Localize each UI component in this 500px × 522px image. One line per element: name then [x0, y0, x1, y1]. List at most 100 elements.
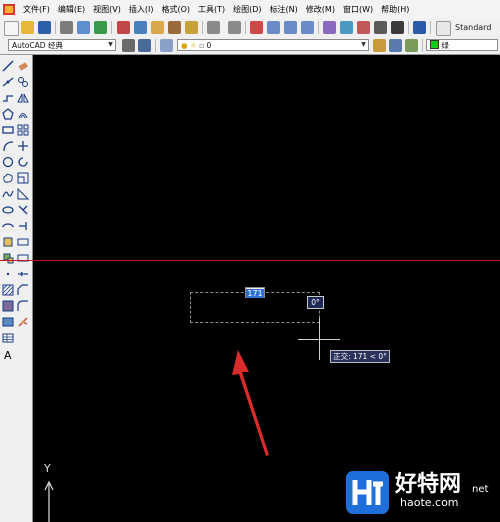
array-icon[interactable]: [17, 124, 29, 136]
join-icon[interactable]: [17, 268, 29, 280]
menu-file[interactable]: 文件(F): [19, 0, 54, 19]
toolbar-separator: [155, 39, 156, 52]
angle-input-field[interactable]: 0°: [307, 296, 324, 309]
rotate-icon[interactable]: [17, 156, 29, 168]
revision-cloud-icon[interactable]: [2, 172, 14, 184]
extend-icon[interactable]: [17, 220, 29, 232]
menu-modify[interactable]: 修改(M): [302, 0, 339, 19]
design-center-icon[interactable]: [340, 21, 353, 34]
menu-help[interactable]: 帮助(H): [377, 0, 413, 19]
menu-draw[interactable]: 绘图(D): [229, 0, 265, 19]
redo-icon[interactable]: [228, 21, 241, 34]
offset-icon[interactable]: [17, 108, 29, 120]
point-icon[interactable]: [2, 268, 14, 280]
chevron-down-icon: ▼: [361, 41, 366, 48]
autocad-app-icon[interactable]: [2, 3, 16, 16]
length-input-field[interactable]: 171: [245, 287, 265, 298]
plot-preview-icon[interactable]: [77, 21, 90, 34]
open-folder-icon[interactable]: [21, 21, 34, 34]
erase-tool-icon[interactable]: [17, 60, 29, 72]
scale-icon[interactable]: [17, 172, 29, 184]
workspace-dropdown[interactable]: AutoCAD 经典 ▼: [8, 39, 116, 51]
layer-dropdown[interactable]: ● ☼ ▫ 0 ▼: [177, 39, 369, 51]
zoom-previous-icon[interactable]: [301, 21, 314, 34]
make-block-icon[interactable]: [2, 252, 14, 264]
zoom-window-icon[interactable]: [284, 21, 297, 34]
layer-states-icon[interactable]: [405, 39, 418, 52]
copy-icon[interactable]: [134, 21, 147, 34]
toolbar-separator: [430, 21, 431, 34]
calculator-icon[interactable]: [391, 21, 404, 34]
break-at-point-icon[interactable]: [17, 236, 29, 248]
polygon-icon[interactable]: [2, 108, 14, 120]
menu-window[interactable]: 窗口(W): [339, 0, 377, 19]
spline-icon[interactable]: [2, 188, 14, 200]
cut-icon[interactable]: [117, 21, 130, 34]
menu-edit[interactable]: 编辑(E): [54, 0, 89, 19]
layer-manager-icon[interactable]: [160, 39, 173, 52]
menu-bar: 文件(F) 编辑(E) 视图(V) 插入(I) 格式(O) 工具(T) 绘图(D…: [0, 0, 500, 20]
menu-tools[interactable]: 工具(T): [194, 0, 229, 19]
polyline-icon[interactable]: [2, 92, 14, 104]
insert-block-icon[interactable]: [2, 236, 14, 248]
pan-icon[interactable]: [250, 21, 263, 34]
chamfer-icon[interactable]: [17, 284, 29, 296]
copy-object-icon[interactable]: [17, 76, 29, 88]
layer-previous-icon[interactable]: [389, 39, 402, 52]
color-swatch: [430, 40, 439, 49]
help-icon[interactable]: [413, 21, 426, 34]
workspace-settings-icon[interactable]: [122, 39, 135, 52]
sheet-set-icon[interactable]: [374, 21, 387, 34]
new-file-icon[interactable]: [4, 21, 19, 36]
move-icon[interactable]: [17, 140, 29, 152]
ortho-tooltip: 正交: 171 < 0°: [330, 350, 390, 363]
save-workspace-icon[interactable]: [138, 39, 151, 52]
save-icon[interactable]: [38, 21, 51, 34]
publish-icon[interactable]: [94, 21, 107, 34]
print-icon[interactable]: [60, 21, 73, 34]
explode-icon[interactable]: [17, 316, 29, 328]
gradient-icon[interactable]: [2, 300, 14, 312]
zoom-realtime-icon[interactable]: [267, 21, 280, 34]
paste-icon[interactable]: [151, 21, 164, 34]
hatch-icon[interactable]: [2, 284, 14, 296]
ellipse-icon[interactable]: [2, 204, 14, 216]
watermark-logo: 好特网 net haote.com: [345, 466, 500, 522]
annotation-arrow: [232, 350, 269, 456]
construction-line-icon[interactable]: [2, 76, 14, 88]
toolbar-separator: [245, 21, 246, 34]
haote-logo-icon: [346, 471, 389, 514]
break-icon[interactable]: [17, 252, 29, 264]
menu-insert[interactable]: 插入(I): [125, 0, 158, 19]
match-properties-icon[interactable]: [168, 21, 181, 34]
block-editor-icon[interactable]: [185, 21, 198, 34]
color-dropdown[interactable]: 绿: [426, 39, 498, 51]
make-layer-current-icon[interactable]: [373, 39, 386, 52]
menu-format[interactable]: 格式(O): [157, 0, 194, 19]
circle-icon[interactable]: [2, 156, 14, 168]
red-horizontal-line: [0, 260, 500, 261]
crosshair-vertical: [319, 318, 320, 360]
menu-dimension[interactable]: 标注(N): [266, 0, 302, 19]
multiline-text-icon[interactable]: A: [2, 348, 14, 360]
trim-icon[interactable]: [17, 204, 29, 216]
text-style-dropdown[interactable]: Standard: [455, 19, 491, 36]
toolbar-separator: [422, 39, 423, 52]
mirror-icon[interactable]: [17, 92, 29, 104]
tool-palettes-icon[interactable]: [357, 21, 370, 34]
rectangle-icon[interactable]: [2, 124, 14, 136]
toolbar-separator: [202, 21, 203, 34]
toolbar-separator: [111, 21, 112, 34]
menu-view[interactable]: 视图(V): [89, 0, 125, 19]
region-icon[interactable]: [2, 316, 14, 328]
table-icon[interactable]: [2, 332, 14, 344]
toolbar-separator: [408, 21, 409, 34]
line-tool-icon[interactable]: [2, 60, 14, 72]
ellipse-arc-icon[interactable]: [2, 220, 14, 232]
fillet-icon[interactable]: [17, 300, 29, 312]
undo-icon[interactable]: [207, 21, 220, 34]
text-style-icon[interactable]: [436, 21, 451, 36]
properties-icon[interactable]: [323, 21, 336, 34]
stretch-icon[interactable]: [17, 188, 29, 200]
arc-icon[interactable]: [2, 140, 14, 152]
